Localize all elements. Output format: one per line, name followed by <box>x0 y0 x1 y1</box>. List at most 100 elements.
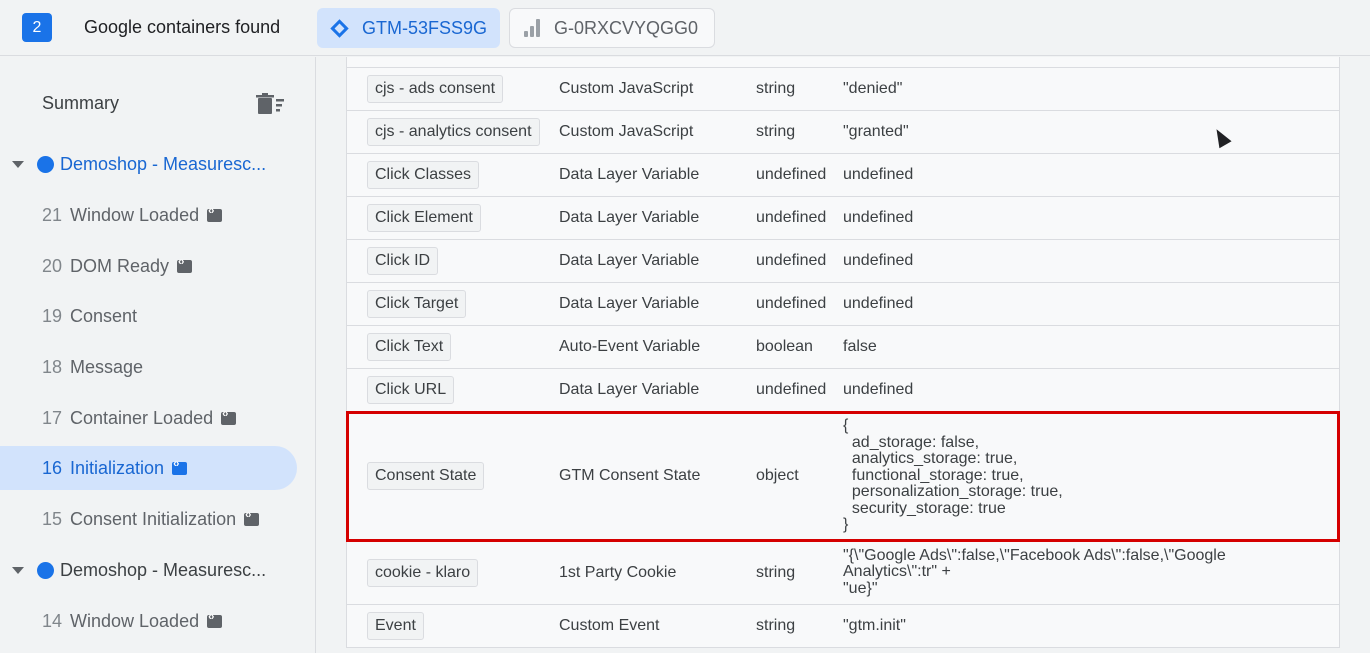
sidebar-item-window-loaded[interactable]: 21 Window Loaded <box>0 193 316 237</box>
code-icon <box>172 458 188 475</box>
variable-name-chip[interactable]: Click URL <box>367 376 455 404</box>
variable-type: Custom JavaScript <box>559 123 694 140</box>
variable-name-chip[interactable]: cjs - analytics consent <box>367 118 540 146</box>
tab-gtm-label: GTM-53FSS9G <box>362 17 488 38</box>
page-dot-icon <box>37 155 54 173</box>
data-type: undefined <box>756 381 827 398</box>
variable-type: Data Layer Variable <box>559 209 700 226</box>
variable-value: undefined <box>843 165 914 183</box>
code-icon <box>207 611 223 628</box>
variable-value: undefined <box>843 294 914 312</box>
event-label: Window Loaded <box>70 610 200 631</box>
data-type: string <box>756 617 796 634</box>
variable-value: "granted" <box>843 122 909 140</box>
variable-name-chip[interactable]: cookie - klaro <box>367 558 479 587</box>
table-row: Click Element Data Layer Variable undefi… <box>347 197 1339 240</box>
event-label: Consent <box>70 305 138 326</box>
table-row: Click Classes Data Layer Variable undefi… <box>347 154 1339 197</box>
containers-found-label: Google containers found <box>84 17 281 37</box>
event-label: Consent Initialization <box>70 508 237 529</box>
variable-name-chip[interactable]: Event <box>367 612 424 640</box>
data-type: string <box>756 123 796 140</box>
variable-type: GTM Consent State <box>559 467 701 484</box>
event-label: DOM Ready <box>70 255 170 276</box>
sidebar-group-demoshop-2[interactable]: Demoshop - Measuresc... <box>0 548 316 592</box>
variable-name-chip[interactable]: Click Target <box>367 290 467 318</box>
table-row: Click URL Data Layer Variable undefined … <box>347 369 1339 412</box>
code-icon <box>207 205 223 222</box>
sidebar-item-message[interactable]: 18 Message <box>0 345 316 389</box>
data-type: boolean <box>756 338 813 355</box>
analytics-bars-icon <box>524 19 540 37</box>
code-icon <box>244 509 260 526</box>
gtm-diamond-icon <box>330 18 349 38</box>
table-row: cjs - ads consent Custom JavaScript stri… <box>347 68 1339 111</box>
sidebar-group-demoshop-1[interactable]: Demoshop - Measuresc... <box>0 142 316 186</box>
event-number: 20 <box>42 255 63 276</box>
table-row: cjs - analytics consent Custom JavaScrip… <box>347 111 1339 154</box>
variable-value: undefined <box>843 380 914 398</box>
event-label: Initialization <box>70 457 165 478</box>
variable-value: false <box>843 337 877 355</box>
caret-down-icon[interactable] <box>12 160 24 168</box>
summary-link[interactable]: Summary <box>42 93 119 114</box>
variable-type: Data Layer Variable <box>559 166 700 183</box>
caret-down-icon[interactable] <box>12 566 24 574</box>
variable-value: undefined <box>843 208 914 226</box>
event-label: Window Loaded <box>70 204 200 225</box>
data-type: undefined <box>756 209 827 226</box>
variable-name-chip[interactable]: Click Text <box>367 333 452 361</box>
variable-value: { ad_storage: false, analytics_storage: … <box>843 417 1063 534</box>
event-label: Message <box>70 356 144 377</box>
table-row: Click Target Data Layer Variable undefin… <box>347 283 1339 326</box>
data-type: string <box>756 80 796 97</box>
event-number: 15 <box>42 508 63 529</box>
variable-name-chip[interactable]: Click Classes <box>367 161 480 189</box>
scrollbar[interactable] <box>1356 57 1370 653</box>
sidebar-item-consent-initialization[interactable]: 15 Consent Initialization <box>0 497 316 541</box>
event-number: 18 <box>42 356 63 377</box>
sidebar-item-window-loaded-14[interactable]: 14 Window Loaded <box>0 599 316 643</box>
code-icon <box>177 256 193 273</box>
variable-value: "{\"Google Ads\":false,\"Facebook Ads\":… <box>843 546 1226 597</box>
variables-panel: cjs - ads consent Custom JavaScript stri… <box>317 57 1370 653</box>
variable-type: Data Layer Variable <box>559 252 700 269</box>
table-row: Click ID Data Layer Variable undefined u… <box>347 240 1339 283</box>
sidebar-item-initialization[interactable]: 16 Initialization <box>0 446 297 490</box>
data-type: undefined <box>756 166 827 183</box>
sidebar-item-dom-ready[interactable]: 20 DOM Ready <box>0 244 316 288</box>
data-type: object <box>756 467 799 484</box>
variable-type: Data Layer Variable <box>559 295 700 312</box>
code-icon <box>221 408 237 425</box>
variable-type: Auto-Event Variable <box>559 338 701 355</box>
event-number: 21 <box>42 204 63 225</box>
variable-type: Custom JavaScript <box>559 80 694 97</box>
event-number: 17 <box>42 407 63 428</box>
variable-name-chip[interactable]: Click ID <box>367 247 439 275</box>
page-dot-icon <box>37 561 54 579</box>
variable-value: undefined <box>843 251 914 269</box>
top-bar: 2 Google containers found GTM-53FSS9G G-… <box>0 0 1370 56</box>
variable-name-chip[interactable]: Consent State <box>367 462 485 490</box>
event-sidebar: Summary Demoshop - Measuresc... 21 Windo… <box>0 57 316 653</box>
data-type: undefined <box>756 252 827 269</box>
variable-name-chip[interactable]: cjs - ads consent <box>367 75 504 103</box>
variable-value: "gtm.init" <box>843 616 906 634</box>
event-number: 16 <box>42 457 63 478</box>
variable-type: Data Layer Variable <box>559 381 700 398</box>
sidebar-item-container-loaded[interactable]: 17 Container Loaded <box>0 396 316 440</box>
variables-table: cjs - ads consent Custom JavaScript stri… <box>346 57 1340 648</box>
delete-sweep-icon[interactable] <box>256 93 286 115</box>
data-type: undefined <box>756 295 827 312</box>
table-row-partial <box>347 57 1339 68</box>
variable-name-chip[interactable]: Click Element <box>367 204 481 232</box>
data-type: string <box>756 563 796 581</box>
table-row-consent-state: Consent State GTM Consent State object {… <box>346 411 1340 542</box>
group-label: Demoshop - Measuresc... <box>60 153 267 174</box>
tab-gtm-container[interactable]: GTM-53FSS9G <box>317 8 500 48</box>
tab-ga-container[interactable]: G-0RXCVYQGG0 <box>509 8 715 48</box>
sidebar-item-consent[interactable]: 19 Consent <box>0 294 316 338</box>
variable-type: Custom Event <box>559 617 660 634</box>
variable-value: "denied" <box>843 79 903 97</box>
container-count-badge: 2 <box>22 13 52 42</box>
